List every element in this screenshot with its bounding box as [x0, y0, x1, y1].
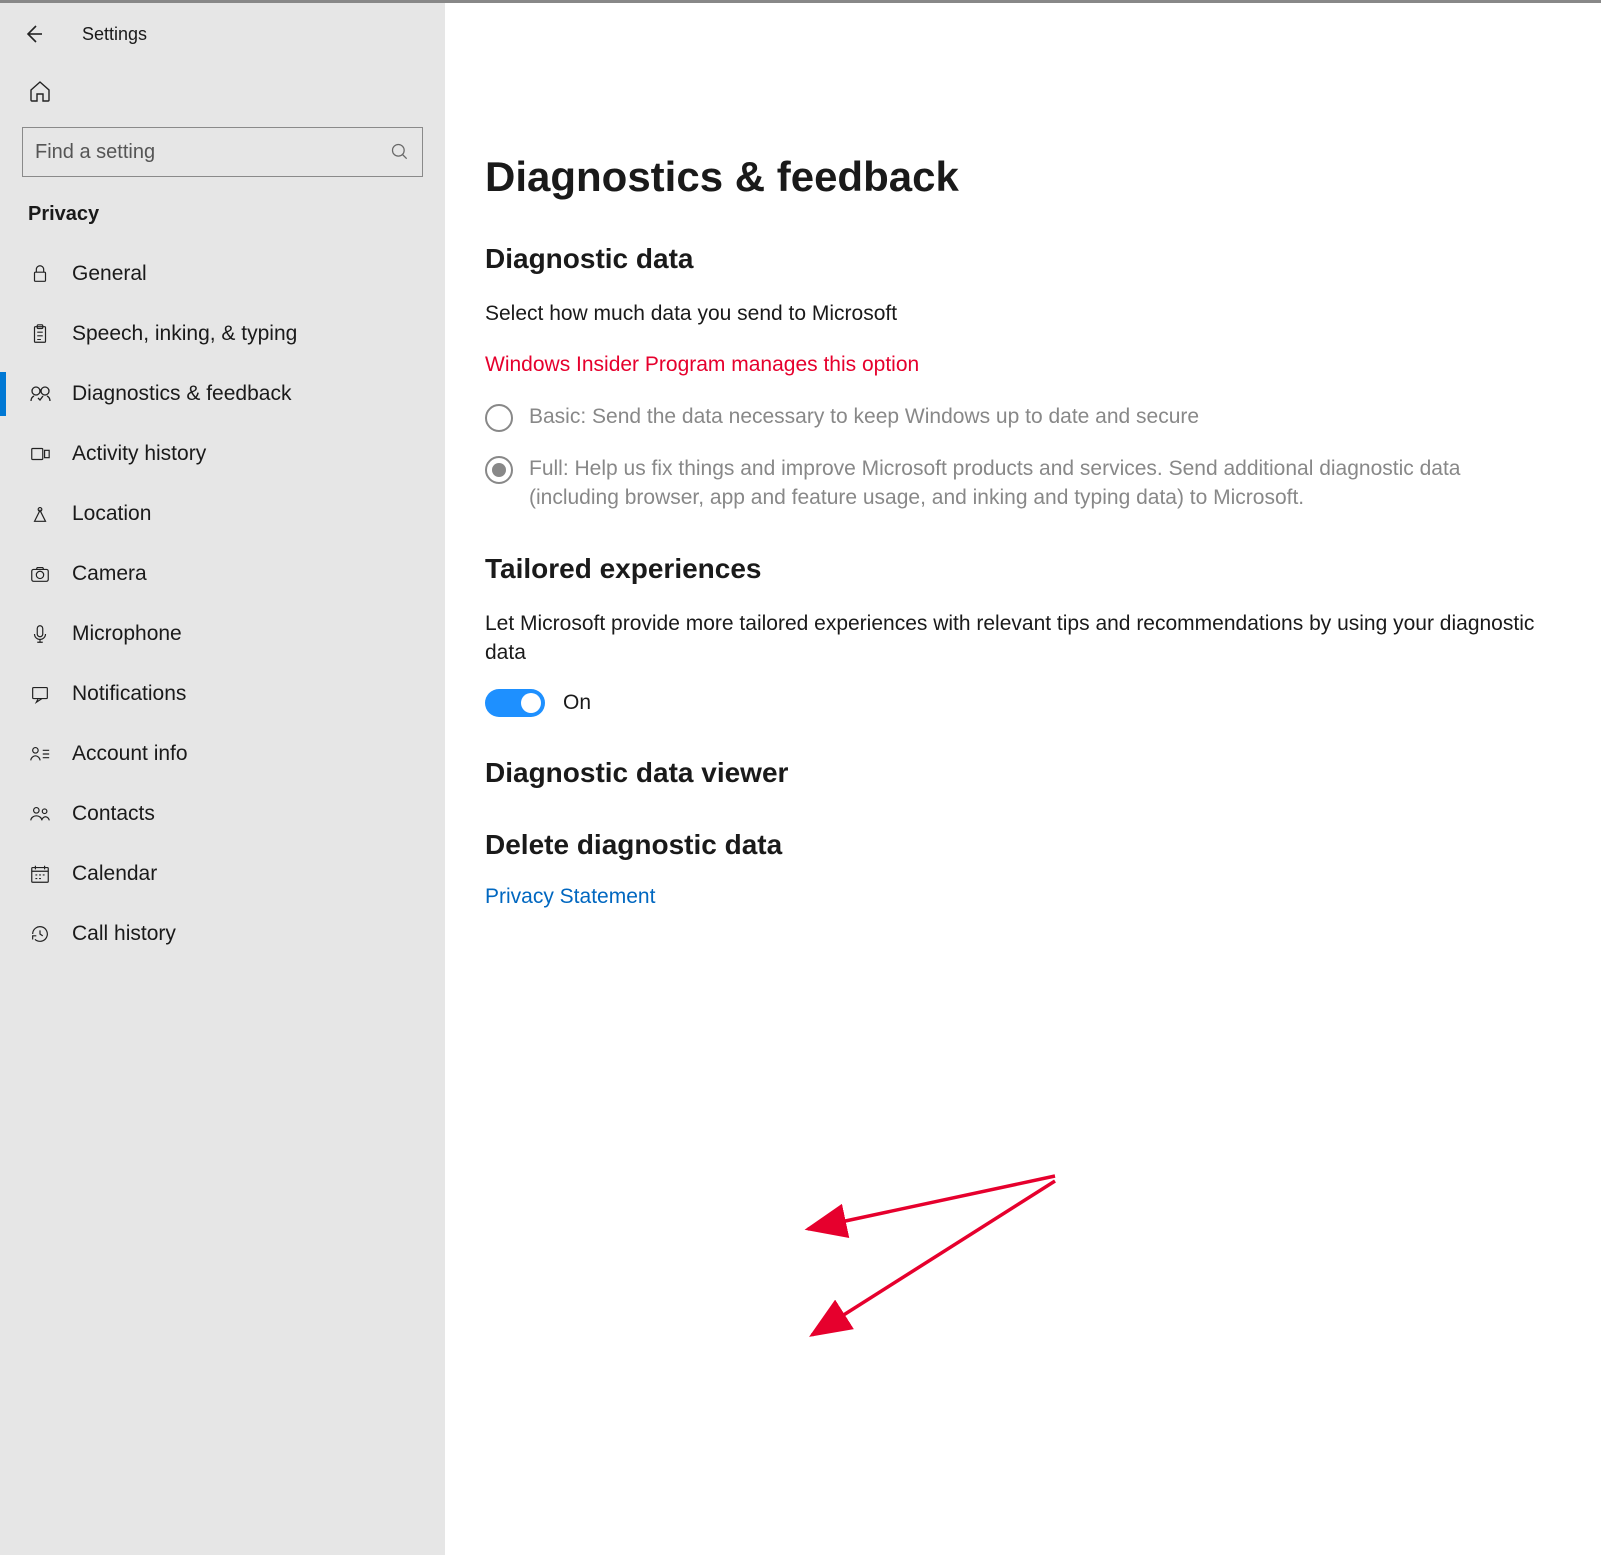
radio-full[interactable]: Full: Help us fix things and improve Mic…	[485, 454, 1541, 513]
window-title: Settings	[82, 24, 147, 45]
camera-icon	[28, 562, 52, 586]
sidebar-item-contacts[interactable]: Contacts	[0, 784, 445, 844]
search-box[interactable]	[22, 127, 423, 177]
tailored-toggle-label: On	[563, 691, 591, 715]
radio-icon	[485, 404, 513, 432]
contacts-icon	[28, 802, 52, 826]
section-tailored-title: Tailored experiences	[485, 553, 1541, 585]
main-content: Diagnostics & feedback Diagnostic data S…	[445, 3, 1601, 1555]
back-button[interactable]	[20, 21, 46, 47]
feedback-icon	[28, 382, 52, 406]
sidebar-item-camera[interactable]: Camera	[0, 544, 445, 604]
section-diagnostic-data-title: Diagnostic data	[485, 243, 1541, 275]
sidebar-item-location[interactable]: Location	[0, 484, 445, 544]
sidebar-item-general[interactable]: General	[0, 244, 445, 304]
account-icon	[28, 742, 52, 766]
sidebar-item-label: Microphone	[72, 622, 182, 646]
sidebar-item-label: Account info	[72, 742, 188, 766]
home-icon	[28, 79, 52, 103]
location-icon	[28, 502, 52, 526]
sidebar-item-label: General	[72, 262, 147, 286]
sidebar-item-label: Activity history	[72, 442, 206, 466]
search-icon	[390, 142, 410, 162]
search-input[interactable]	[35, 141, 390, 164]
titlebar: Settings	[0, 13, 445, 67]
sidebar-item-microphone[interactable]: Microphone	[0, 604, 445, 664]
nav-list: General Speech, inking, & typing Diagnosti…	[0, 244, 445, 964]
sidebar-item-label: Camera	[72, 562, 147, 586]
page-title: Diagnostics & feedback	[485, 153, 1541, 201]
sidebar-item-account[interactable]: Account info	[0, 724, 445, 784]
sidebar-item-speech[interactable]: Speech, inking, & typing	[0, 304, 445, 364]
section-tailored-desc: Let Microsoft provide more tailored expe…	[485, 609, 1541, 668]
sidebar-item-notifications[interactable]: Notifications	[0, 664, 445, 724]
sidebar-item-diagnostics[interactable]: Diagnostics & feedback	[0, 364, 445, 424]
sidebar-item-label: Speech, inking, & typing	[72, 322, 297, 346]
notifications-icon	[28, 682, 52, 706]
section-delete-title: Delete diagnostic data	[485, 829, 1541, 861]
home-button[interactable]	[0, 67, 445, 127]
lock-icon	[28, 262, 52, 286]
sidebar-item-label: Location	[72, 502, 151, 526]
radio-basic-label: Basic: Send the data necessary to keep W…	[529, 402, 1199, 431]
sidebar-item-activity[interactable]: Activity history	[0, 424, 445, 484]
sidebar: Settings Privacy General Speech, inking, …	[0, 3, 445, 1555]
search-container	[0, 127, 445, 199]
category-label: Privacy	[0, 199, 445, 244]
sidebar-item-label: Call history	[72, 922, 176, 946]
radio-icon	[485, 456, 513, 484]
radio-full-label: Full: Help us fix things and improve Mic…	[529, 454, 1541, 513]
calendar-icon	[28, 862, 52, 886]
microphone-icon	[28, 622, 52, 646]
timeline-icon	[28, 442, 52, 466]
arrow-left-icon	[21, 22, 45, 46]
sidebar-item-calendar[interactable]: Calendar	[0, 844, 445, 904]
tailored-toggle[interactable]	[485, 689, 545, 717]
sidebar-item-label: Calendar	[72, 862, 157, 886]
sidebar-item-callhistory[interactable]: Call history	[0, 904, 445, 964]
tailored-toggle-row: On	[485, 689, 1541, 717]
sidebar-item-label: Contacts	[72, 802, 155, 826]
radio-basic[interactable]: Basic: Send the data necessary to keep W…	[485, 402, 1541, 432]
clipboard-icon	[28, 322, 52, 346]
sidebar-item-label: Notifications	[72, 682, 186, 706]
insider-notice: Windows Insider Program manages this opt…	[485, 350, 1541, 379]
sidebar-item-label: Diagnostics & feedback	[72, 382, 291, 406]
privacy-statement-link[interactable]: Privacy Statement	[485, 885, 655, 908]
section-viewer-title: Diagnostic data viewer	[485, 757, 1541, 789]
section-diagnostic-data-desc: Select how much data you send to Microso…	[485, 299, 1541, 328]
history-icon	[28, 922, 52, 946]
